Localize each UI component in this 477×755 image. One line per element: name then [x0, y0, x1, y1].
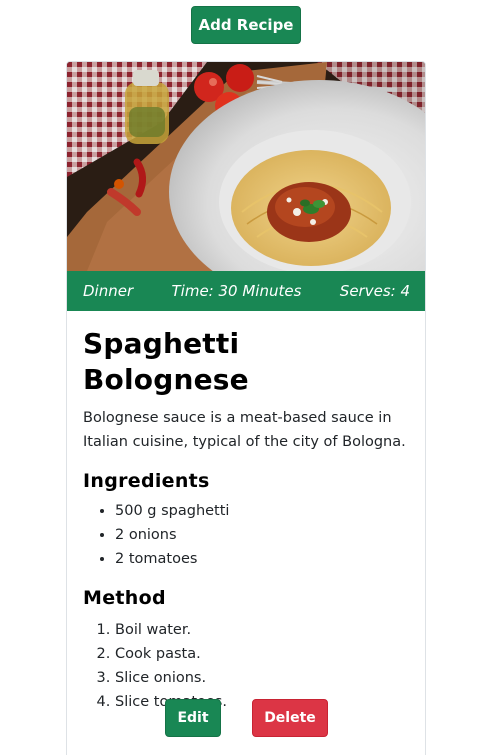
ingredient-item: 500 g spaghetti	[115, 499, 413, 523]
recipe-serves: Serves: 4	[339, 282, 410, 300]
method-step: Boil water.	[115, 618, 413, 642]
method-step: Cook pasta.	[115, 642, 413, 666]
recipe-description: Bolognese sauce is a meat-based sauce in…	[83, 410, 406, 450]
method-step: Slice onions.	[115, 666, 413, 690]
recipe-title: Spaghetti Bolognese	[83, 327, 249, 396]
page: Add Recipe Dinner Time: 30 Minutes Serve…	[0, 0, 477, 755]
recipe-image	[67, 62, 425, 271]
recipe-actions: Edit Delete	[67, 699, 425, 739]
ingredient-item: 2 tomatoes	[115, 547, 413, 571]
ingredient-item: 2 onions	[115, 523, 413, 547]
recipe-card: Dinner Time: 30 Minutes Serves: 4 Spaghe…	[66, 61, 426, 755]
recipe-meta-bar: Dinner Time: 30 Minutes Serves: 4	[67, 271, 425, 311]
delete-button[interactable]: Delete	[252, 699, 328, 737]
recipe-body: Spaghetti Bolognese Bolognese sauce is a…	[83, 311, 413, 714]
ingredients-list: 500 g spaghetti 2 onions 2 tomatoes	[83, 499, 413, 571]
add-recipe-button[interactable]: Add Recipe	[191, 6, 301, 44]
recipe-time: Time: 30 Minutes	[171, 282, 302, 300]
edit-button[interactable]: Edit	[165, 699, 221, 737]
ingredients-heading: Ingredients	[83, 470, 210, 492]
method-heading: Method	[83, 587, 166, 609]
recipe-category: Dinner	[83, 282, 134, 300]
